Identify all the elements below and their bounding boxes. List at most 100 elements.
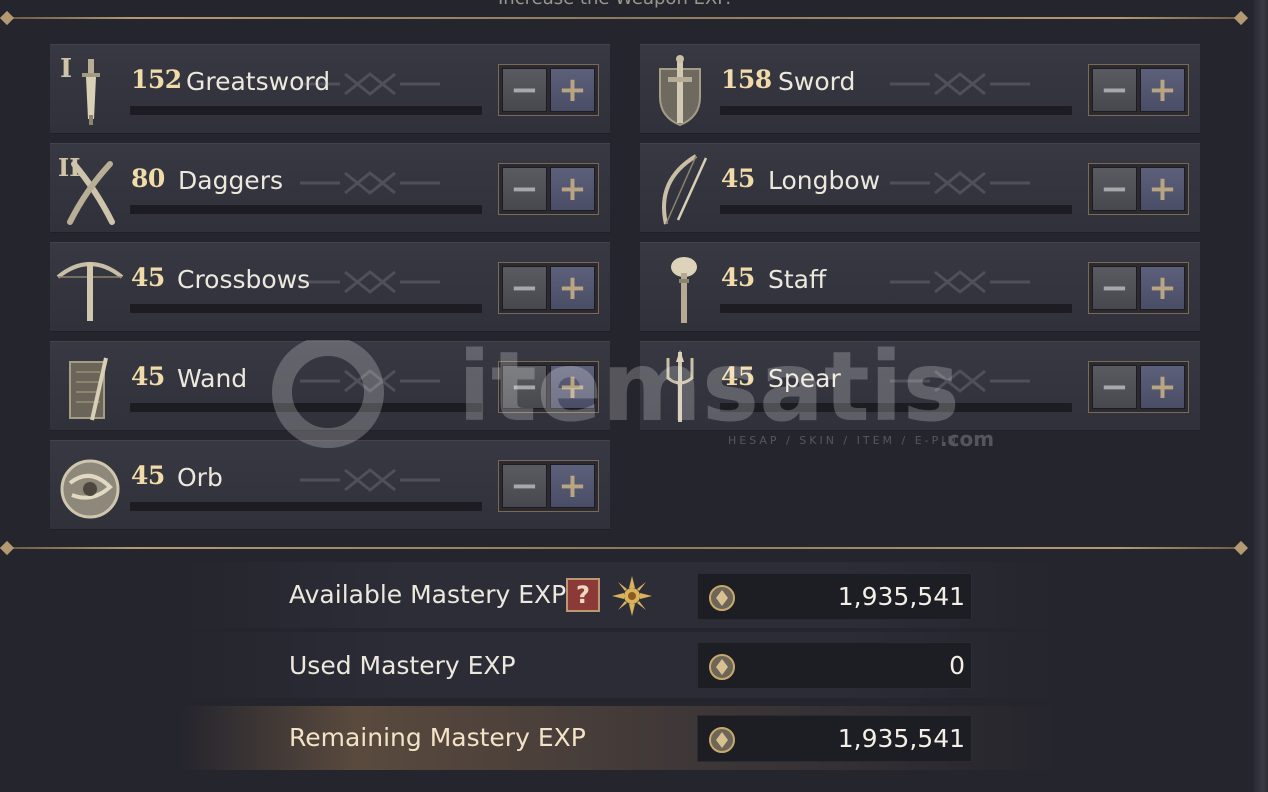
weapon-level: 152 — [131, 65, 182, 94]
weapon-name: Longbow — [768, 166, 881, 195]
header-text: Increase the Weapon EXP. — [498, 0, 731, 9]
ornament-icon — [890, 72, 1030, 96]
weapon-level: 80 — [131, 164, 165, 193]
increase-button[interactable]: + — [550, 266, 595, 310]
remaining-row: Remaining Mastery EXP 1,935,541 — [180, 706, 1060, 770]
exp-bar — [720, 205, 1072, 214]
decrease-button[interactable]: − — [1092, 167, 1137, 211]
trident-spear-icon — [646, 348, 714, 426]
weapon-level: 158 — [721, 65, 772, 94]
level-controls: − + — [498, 361, 599, 413]
increase-button[interactable]: + — [1140, 266, 1185, 310]
sword-shield-icon — [646, 51, 714, 129]
ornament-icon — [300, 171, 440, 195]
weapon-tile-daggers: II 80 Daggers − + — [50, 143, 610, 233]
weapon-tile-greatsword: I 152 Greatsword − + — [50, 44, 610, 134]
longbow-icon — [646, 150, 714, 228]
watermark-tagline: HESAP / SKIN / ITEM / E-PIN — [728, 434, 959, 447]
exp-bar — [130, 205, 482, 214]
weapon-tile-orb: 45 Orb − + — [50, 440, 610, 530]
weapon-name: Spear — [768, 364, 841, 393]
weapon-level: 45 — [131, 461, 165, 490]
staff-icon — [646, 249, 714, 327]
level-controls: − + — [498, 64, 599, 116]
available-value: 1,935,541 — [837, 582, 965, 611]
ornament-icon — [890, 171, 1030, 195]
svg-text:I: I — [60, 54, 72, 84]
increase-button[interactable]: + — [550, 464, 595, 508]
weapon-level: 45 — [131, 263, 165, 292]
decrease-button[interactable]: − — [1092, 68, 1137, 112]
exp-bar — [130, 502, 482, 511]
decrease-button[interactable]: − — [1092, 266, 1137, 310]
ornament-icon — [890, 270, 1030, 294]
decrease-button[interactable]: − — [502, 68, 547, 112]
level-controls: − + — [498, 460, 599, 512]
weapon-tile-spear: 45 Spear − + — [640, 341, 1200, 431]
weapon-tile-wand: 45 Wand − + — [50, 341, 610, 431]
mastery-coin-icon — [709, 585, 735, 611]
available-value-box: 1,935,541 — [697, 573, 972, 620]
used-row: Used Mastery EXP 0 — [180, 632, 1060, 698]
available-label: Available Mastery EXP — [289, 580, 567, 609]
used-value-box: 0 — [697, 642, 972, 689]
increase-button[interactable]: + — [1140, 167, 1185, 211]
top-divider — [0, 10, 1252, 26]
used-value: 0 — [949, 651, 965, 680]
exp-bar — [130, 403, 482, 412]
decrease-button[interactable]: − — [502, 365, 547, 409]
weapon-name: Sword — [778, 67, 856, 96]
wand-tome-icon — [56, 348, 124, 426]
exp-bar — [130, 304, 482, 313]
remaining-value-box: 1,935,541 — [697, 715, 972, 762]
level-controls: − + — [498, 262, 599, 314]
increase-button[interactable]: + — [1140, 68, 1185, 112]
ornament-icon — [890, 369, 1030, 393]
level-controls: − + — [1088, 64, 1189, 116]
exp-bar — [130, 106, 482, 115]
decrease-button[interactable]: − — [1092, 365, 1137, 409]
remaining-label: Remaining Mastery EXP — [289, 723, 586, 752]
weapon-name: Daggers — [178, 166, 283, 195]
weapon-level: 45 — [721, 263, 755, 292]
weapon-name: Staff — [768, 265, 827, 294]
exp-bar — [720, 106, 1072, 115]
mastery-coin-icon — [709, 727, 735, 753]
weapon-tile-longbow: 45 Longbow − + — [640, 143, 1200, 233]
decrease-button[interactable]: − — [502, 167, 547, 211]
decrease-button[interactable]: − — [502, 464, 547, 508]
weapon-name: Crossbows — [177, 265, 311, 294]
level-controls: − + — [1088, 262, 1189, 314]
ornament-icon — [300, 270, 440, 294]
weapon-name: Orb — [177, 463, 223, 492]
available-row: Available Mastery EXP ? 1,935,541 — [180, 562, 1060, 628]
used-label: Used Mastery EXP — [289, 651, 516, 680]
weapon-level: 45 — [721, 362, 755, 391]
level-controls: − + — [1088, 163, 1189, 215]
ornament-icon — [300, 72, 440, 96]
remaining-value: 1,935,541 — [837, 724, 965, 753]
decrease-button[interactable]: − — [502, 266, 547, 310]
weapon-tile-sword: 158 Sword − + — [640, 44, 1200, 134]
increase-button[interactable]: + — [550, 365, 595, 409]
ornament-icon — [300, 369, 440, 393]
help-button[interactable]: ? — [566, 578, 600, 612]
exp-bar — [720, 403, 1072, 412]
window-edge — [1254, 0, 1268, 792]
greatsword-icon: I — [56, 51, 124, 129]
level-controls: − + — [498, 163, 599, 215]
exp-bar — [720, 304, 1072, 313]
mastery-coin-icon — [709, 654, 735, 680]
daggers-icon: II — [56, 150, 124, 228]
increase-button[interactable]: + — [550, 167, 595, 211]
increase-button[interactable]: + — [1140, 365, 1185, 409]
level-controls: − + — [1088, 361, 1189, 413]
bottom-divider — [0, 540, 1252, 556]
weapon-level: 45 — [131, 362, 165, 391]
header-cut: Increase the Weapon EXP. — [0, 0, 1254, 12]
sun-bonus-icon — [612, 576, 652, 616]
weapon-tile-crossbows: 45 Crossbows − + — [50, 242, 610, 332]
increase-button[interactable]: + — [550, 68, 595, 112]
weapon-tile-staff: 45 Staff − + — [640, 242, 1200, 332]
weapon-level: 45 — [721, 164, 755, 193]
